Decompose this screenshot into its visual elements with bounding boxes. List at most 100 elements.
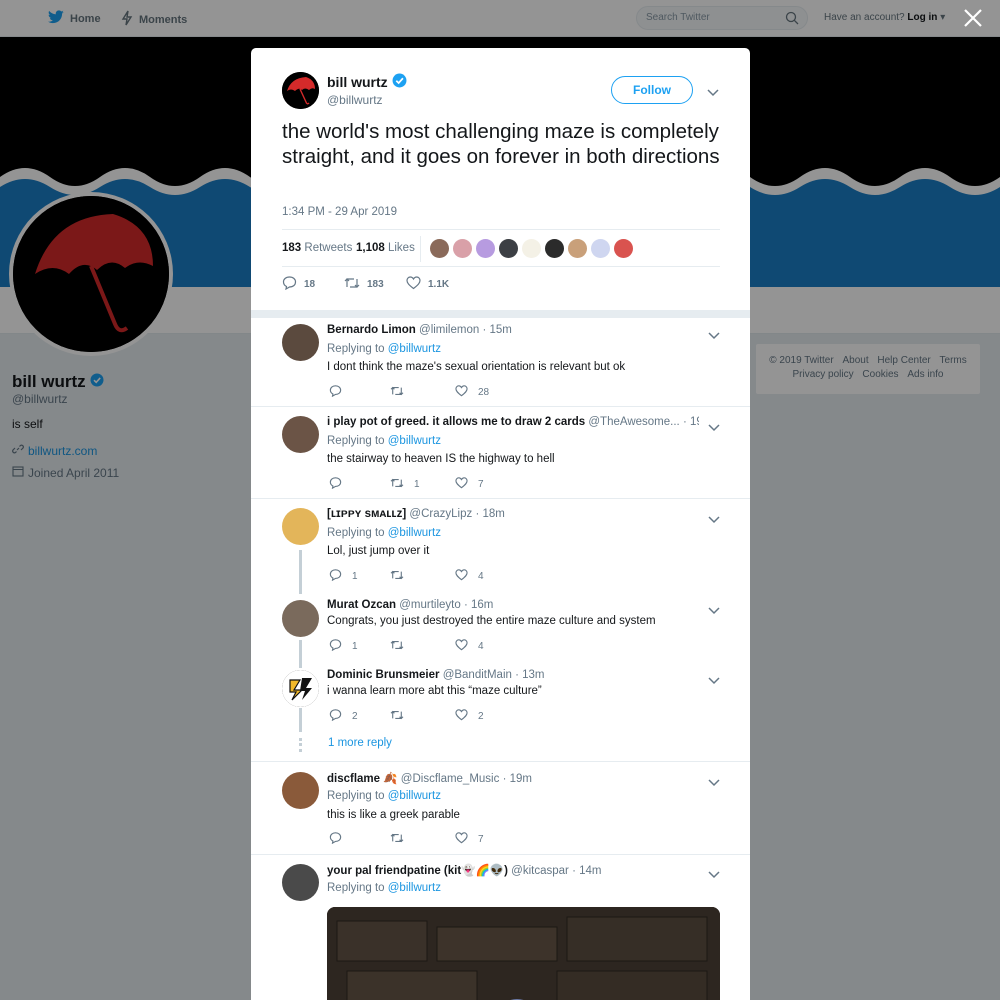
liker-avatar[interactable] bbox=[430, 239, 449, 258]
tweet-text: the world's most challenging maze is com… bbox=[282, 120, 720, 168]
heart-icon bbox=[455, 477, 468, 492]
retweet-action[interactable] bbox=[390, 569, 414, 584]
tweet-author-handle[interactable]: @billwurtz bbox=[327, 93, 383, 107]
reply-time[interactable]: · 19m bbox=[683, 416, 699, 428]
likes-count: 1,108 bbox=[356, 242, 385, 254]
replying-to-handle[interactable]: @billwurtz bbox=[388, 343, 441, 355]
reply-time[interactable]: · 14m bbox=[572, 865, 601, 877]
reply-action[interactable]: 1 bbox=[329, 569, 358, 584]
reply-name[interactable]: Bernardo Limon bbox=[327, 324, 416, 336]
thread-dots bbox=[299, 738, 302, 752]
reply-name[interactable]: Dominic Brunsmeier bbox=[327, 669, 439, 681]
liker-avatar[interactable] bbox=[476, 239, 495, 258]
retweet-action[interactable] bbox=[390, 832, 414, 847]
reply-action[interactable]: 2 bbox=[329, 709, 358, 724]
reply-action[interactable] bbox=[329, 385, 352, 400]
tweet-timestamp[interactable]: 1:34 PM - 29 Apr 2019 bbox=[282, 206, 397, 218]
like-action[interactable]: 4 bbox=[455, 639, 484, 654]
chevron-down-icon[interactable] bbox=[708, 327, 720, 345]
chevron-down-icon[interactable] bbox=[708, 866, 720, 884]
chevron-down-icon[interactable] bbox=[708, 419, 720, 437]
more-replies-link[interactable]: 1 more reply bbox=[328, 737, 392, 749]
reply-handle[interactable]: @CrazyLipz bbox=[409, 508, 472, 520]
reply-handle[interactable]: @TheAwesome... bbox=[588, 416, 679, 428]
reply-actions: 28 bbox=[329, 385, 629, 399]
reply-name[interactable]: Murat Özcan bbox=[327, 599, 396, 611]
reply-media-image[interactable] bbox=[327, 907, 720, 1000]
chevron-down-icon[interactable] bbox=[708, 511, 720, 529]
reply-action[interactable] bbox=[329, 477, 352, 492]
reply-count: 2 bbox=[352, 711, 358, 722]
reply-action[interactable] bbox=[329, 832, 352, 847]
reply-icon bbox=[329, 477, 342, 492]
reply-avatar[interactable] bbox=[282, 416, 319, 453]
retweet-icon bbox=[390, 639, 404, 654]
reply-handle[interactable]: @BanditMain bbox=[443, 669, 512, 681]
reply-avatar[interactable] bbox=[282, 324, 319, 361]
liker-avatar[interactable] bbox=[545, 239, 564, 258]
chevron-down-icon[interactable] bbox=[708, 602, 720, 620]
liker-avatar[interactable] bbox=[568, 239, 587, 258]
liker-avatar[interactable] bbox=[522, 239, 541, 258]
follow-button[interactable]: Follow bbox=[611, 76, 693, 104]
liker-avatar[interactable] bbox=[591, 239, 610, 258]
reply-time[interactable]: · 15m bbox=[482, 324, 511, 336]
like-action[interactable]: 4 bbox=[455, 569, 484, 584]
liker-avatar[interactable] bbox=[499, 239, 518, 258]
like-action[interactable]: 28 bbox=[455, 385, 489, 400]
reply-action[interactable]: 1 bbox=[329, 639, 358, 654]
reply-handle[interactable]: @murtileyto bbox=[399, 599, 461, 611]
close-icon[interactable] bbox=[962, 7, 984, 29]
like-action[interactable]: 7 bbox=[455, 477, 484, 492]
reply-name[interactable]: your pal friendpatine (kit👻🌈👽) bbox=[327, 865, 508, 877]
retweets-stat[interactable]: 183 Retweets bbox=[282, 242, 352, 254]
liker-avatar[interactable] bbox=[614, 239, 633, 258]
tweet-author-name[interactable]: bill wurtz bbox=[327, 74, 388, 90]
replying-prefix: Replying to bbox=[327, 343, 385, 355]
replying-to-handle[interactable]: @billwurtz bbox=[388, 527, 441, 539]
reply-action[interactable]: 18 bbox=[282, 275, 344, 293]
reply-time[interactable]: · 19m bbox=[503, 773, 532, 785]
retweet-icon bbox=[390, 832, 404, 847]
reply-avatar[interactable] bbox=[282, 772, 319, 809]
reply-avatar[interactable] bbox=[282, 670, 319, 707]
retweet-action[interactable] bbox=[390, 639, 414, 654]
reply-avatar[interactable] bbox=[282, 864, 319, 901]
heart-icon bbox=[455, 569, 468, 584]
reply-avatar[interactable] bbox=[282, 508, 319, 545]
retweet-action[interactable]: 183 bbox=[344, 276, 406, 293]
reply-time[interactable]: · 13m bbox=[515, 669, 544, 681]
tweet-author-avatar[interactable] bbox=[282, 72, 319, 109]
chevron-down-icon[interactable] bbox=[708, 672, 720, 690]
retweet-icon bbox=[390, 709, 404, 724]
divider bbox=[251, 498, 750, 499]
replying-to-handle[interactable]: @billwurtz bbox=[388, 790, 441, 802]
replying-to-handle[interactable]: @billwurtz bbox=[388, 435, 441, 447]
reply-time[interactable]: · 16m bbox=[464, 599, 493, 611]
liker-avatar[interactable] bbox=[453, 239, 472, 258]
retweet-action[interactable]: 1 bbox=[390, 477, 420, 492]
reply-handle[interactable]: @Discflame_Music bbox=[401, 773, 500, 785]
retweet-action[interactable] bbox=[390, 385, 414, 400]
tweet-author-name-row[interactable]: bill wurtz bbox=[327, 73, 407, 91]
reply-name[interactable]: discflame 🍂 bbox=[327, 773, 398, 785]
reply-handle[interactable]: @limilemon bbox=[419, 324, 479, 336]
reply-name[interactable]: [ʟɪᴘᴘʏ sᴍᴀʟʟᴢ] bbox=[327, 508, 406, 520]
chevron-down-icon[interactable] bbox=[707, 84, 719, 102]
reply-count: 1 bbox=[352, 641, 358, 652]
heart-icon bbox=[455, 639, 468, 654]
like-action[interactable]: 7 bbox=[455, 832, 484, 847]
reply-handle[interactable]: @kitcaspar bbox=[511, 865, 569, 877]
replying-to-handle[interactable]: @billwurtz bbox=[388, 882, 441, 894]
reply-header: your pal friendpatine (kit👻🌈👽) @kitcaspa… bbox=[327, 863, 727, 877]
reply-name[interactable]: i play pot of greed. it allows me to dra… bbox=[327, 416, 585, 428]
reply-time[interactable]: · 18m bbox=[475, 508, 504, 520]
like-action[interactable]: 2 bbox=[455, 709, 484, 724]
retweet-action[interactable] bbox=[390, 709, 414, 724]
chevron-down-icon[interactable] bbox=[708, 774, 720, 792]
reply-avatar[interactable] bbox=[282, 600, 319, 637]
likes-stat[interactable]: 1,108 Likes bbox=[356, 242, 415, 254]
reply-actions: 1 4 bbox=[329, 639, 629, 653]
divider bbox=[251, 761, 750, 762]
like-action[interactable]: 1.1K bbox=[406, 275, 449, 293]
